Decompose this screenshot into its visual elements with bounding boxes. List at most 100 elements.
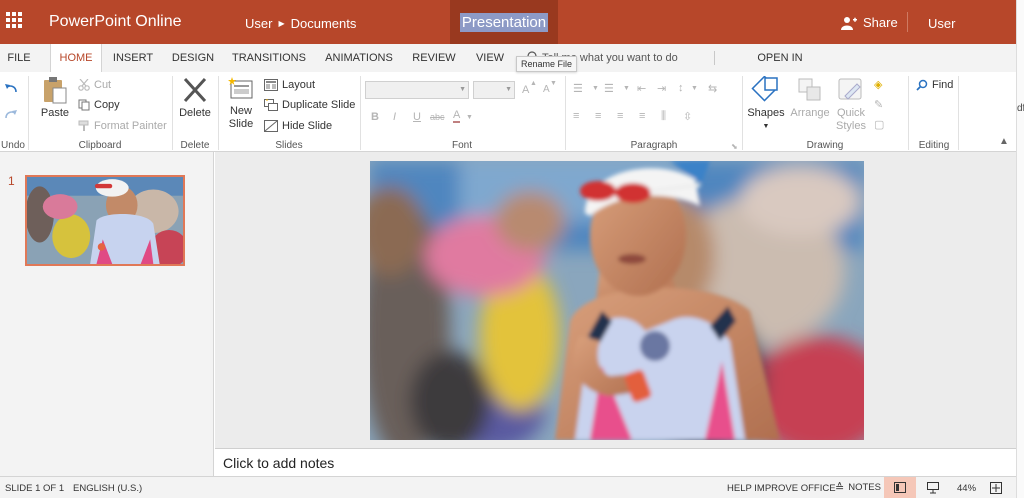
chevron-down-icon[interactable]: ▼	[623, 85, 630, 92]
slide-counter: SLIDE 1 OF 1	[5, 483, 65, 494]
tab-file[interactable]: FILE	[0, 44, 38, 72]
tab-review[interactable]: REVIEW	[408, 44, 460, 72]
slide-thumbnail[interactable]	[25, 175, 185, 266]
copy-label: Copy	[94, 99, 120, 111]
fit-to-window-icon[interactable]	[990, 482, 1002, 494]
share-label: Share	[863, 15, 898, 30]
language-indicator[interactable]: ENGLISH (U.S.)	[73, 483, 142, 494]
group-separator	[742, 76, 743, 150]
up-arrow-icon: ▲	[530, 80, 537, 87]
undo-icon[interactable]	[4, 82, 18, 94]
group-label-drawing: Drawing	[806, 140, 844, 151]
user-menu[interactable]: User	[928, 16, 955, 31]
increase-indent-icon[interactable]: ⇥	[657, 82, 666, 95]
document-title-box[interactable]: Presentation	[450, 0, 558, 44]
duplicate-slide-button[interactable]: Duplicate Slide	[264, 96, 355, 114]
group-separator	[958, 76, 959, 150]
paste-button[interactable]: Paste	[38, 76, 72, 120]
format-painter-button[interactable]: Format Painter	[78, 117, 167, 135]
app-launcher-icon[interactable]	[6, 12, 22, 28]
notes-toggle-button[interactable]: ≙ NOTES	[835, 481, 881, 494]
zoom-level[interactable]: 44%	[957, 483, 976, 494]
layout-button[interactable]: Layout	[264, 76, 315, 94]
breadcrumb-folder[interactable]: Documents	[291, 16, 357, 31]
quick-styles-button[interactable]: Quick Styles	[832, 76, 870, 133]
copy-button[interactable]: Copy	[78, 96, 120, 114]
tab-animations[interactable]: ANIMATIONS	[320, 44, 398, 72]
font-size-dropdown[interactable]: ▼	[473, 81, 515, 99]
document-title[interactable]: Presentation	[459, 12, 549, 32]
collapse-ribbon-icon[interactable]: ▲	[999, 136, 1009, 147]
chevron-down-icon[interactable]: ▼	[691, 85, 698, 92]
tab-insert[interactable]: INSERT	[108, 44, 158, 72]
background-window-edge	[1016, 0, 1024, 498]
shapes-button[interactable]: Shapes ▼	[746, 75, 786, 133]
group-label-slides: Slides	[275, 140, 303, 151]
quick-styles-label-1: Quick	[836, 107, 866, 119]
paragraph-spacing-icon[interactable]: ⇳	[683, 110, 692, 123]
align-center-icon[interactable]: ≡	[595, 110, 601, 122]
open-in-powerpoint[interactable]: OPEN IN POWERPOINT	[720, 44, 840, 92]
help-improve-office-link[interactable]: HELP IMPROVE OFFICE	[727, 483, 836, 494]
shrink-font-button[interactable]: A	[543, 84, 550, 95]
font-name-dropdown[interactable]: ▼	[365, 81, 469, 99]
group-separator	[908, 76, 909, 150]
new-slide-button[interactable]: New Slide	[225, 76, 257, 131]
tab-design[interactable]: DESIGN	[168, 44, 218, 72]
find-button[interactable]: Find	[916, 76, 953, 94]
delete-x-icon	[183, 77, 207, 103]
strikethrough-button[interactable]: abc	[430, 112, 445, 122]
new-slide-label-1: New	[229, 105, 252, 117]
slides-pane: 1	[0, 152, 214, 476]
bullets-icon[interactable]: ☰	[573, 82, 583, 95]
slide-photo-triathlete[interactable]	[370, 161, 864, 440]
hide-slide-label: Hide Slide	[282, 120, 333, 132]
shape-fill-icon[interactable]: ◈	[874, 78, 882, 91]
hide-slide-button[interactable]: Hide Slide	[264, 117, 332, 135]
delete-button[interactable]: Delete	[176, 76, 214, 120]
rename-file-tooltip: Rename File	[516, 56, 577, 72]
chevron-down-icon[interactable]: ▼	[466, 114, 473, 121]
font-color-button[interactable]: A	[453, 109, 461, 123]
notes-label: NOTES	[848, 482, 881, 493]
group-label-delete: Delete	[180, 140, 210, 151]
decrease-indent-icon[interactable]: ⇤	[637, 82, 646, 95]
text-direction-icon[interactable]: ⇆	[708, 82, 717, 95]
line-spacing-icon[interactable]: ↕	[678, 82, 684, 94]
group-label-font: Font	[451, 140, 472, 151]
underline-button[interactable]: U	[413, 111, 421, 123]
shape-effects-icon[interactable]: ▢	[874, 118, 884, 131]
normal-view-icon	[894, 482, 906, 493]
ribbon: Undo Paste Cut Copy Format Painter Clipb…	[0, 72, 1016, 152]
shape-outline-icon[interactable]: ✎	[874, 98, 883, 111]
chevron-down-icon[interactable]: ▼	[592, 85, 599, 92]
arrange-button[interactable]: Arrange	[790, 76, 830, 120]
align-left-icon[interactable]: ≡	[573, 110, 579, 122]
cut-button[interactable]: Cut	[78, 76, 111, 94]
group-separator	[360, 76, 361, 150]
add-person-icon	[841, 16, 857, 30]
app-name[interactable]: PowerPoint Online	[49, 13, 182, 31]
columns-icon[interactable]: ⫼	[661, 110, 666, 123]
notes-placeholder[interactable]: Click to add notes	[223, 455, 334, 471]
numbering-icon[interactable]: ☰	[604, 82, 614, 95]
grow-font-button[interactable]: A	[522, 84, 529, 96]
bold-button[interactable]: B	[371, 111, 379, 123]
slide-canvas[interactable]	[370, 161, 864, 440]
breadcrumb: User ▶ Documents	[245, 16, 356, 31]
tab-transitions[interactable]: TRANSITIONS	[230, 44, 308, 72]
ribbon-tab-bar: FILE HOME INSERT DESIGN TRANSITIONS ANIM…	[0, 44, 1016, 92]
normal-view-button[interactable]	[884, 477, 916, 498]
align-right-icon[interactable]: ≡	[617, 110, 623, 122]
share-button[interactable]: Share	[841, 15, 898, 30]
breadcrumb-owner[interactable]: User	[245, 16, 272, 31]
justify-icon[interactable]: ≡	[639, 110, 645, 122]
slideshow-view-icon[interactable]	[927, 482, 939, 494]
group-separator	[218, 76, 219, 150]
tab-view[interactable]: VIEW	[472, 44, 508, 72]
redo-icon[interactable]	[4, 108, 18, 120]
tab-home[interactable]: HOME	[50, 44, 102, 72]
shapes-icon	[751, 75, 778, 102]
notes-pane[interactable]: Click to add notes	[215, 448, 1016, 476]
italic-button[interactable]: I	[393, 111, 396, 123]
